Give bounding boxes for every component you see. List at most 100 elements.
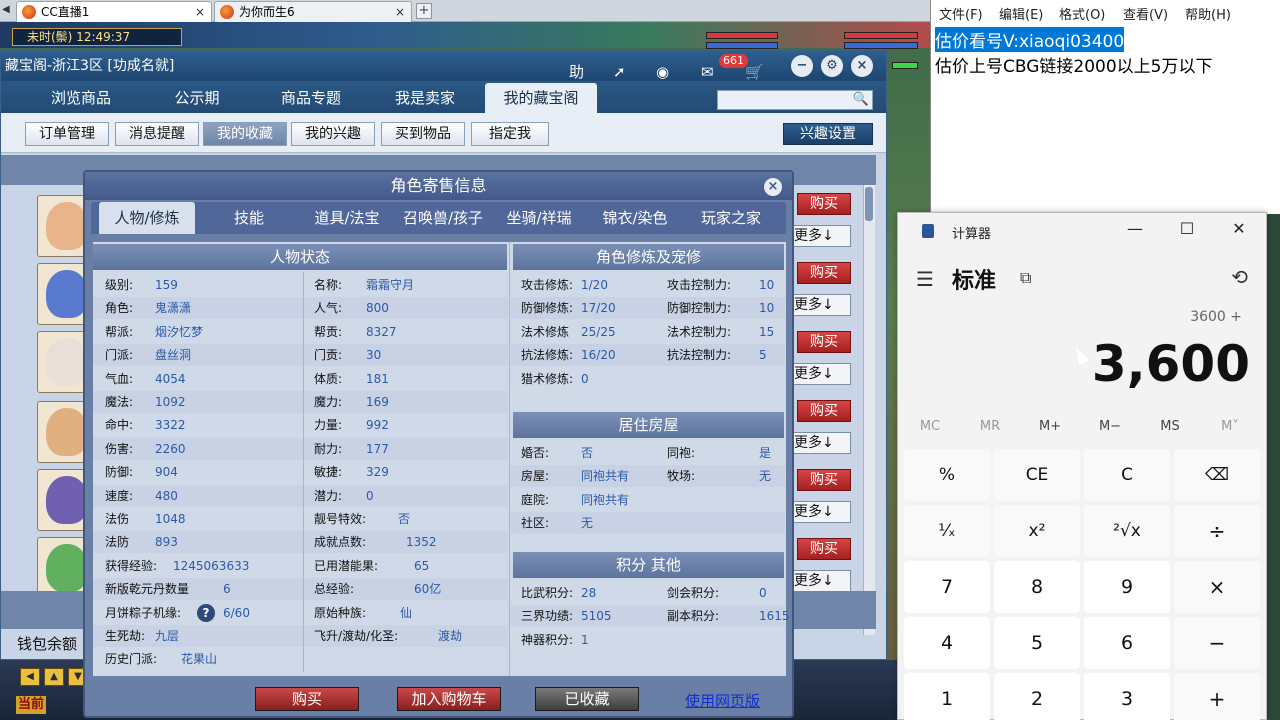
row-more-button[interactable]: 更多↓ xyxy=(791,294,851,316)
menu-format[interactable]: 格式(O) xyxy=(1059,4,1105,23)
memory-clear-button[interactable]: MC xyxy=(900,419,960,434)
square-key[interactable]: x² xyxy=(994,505,1080,557)
tab-close-icon[interactable]: × xyxy=(395,2,405,22)
close-icon[interactable]: × xyxy=(851,55,873,77)
chat-current-channel[interactable]: 当前 xyxy=(16,696,46,714)
close-icon[interactable]: ✕ xyxy=(1224,219,1254,238)
sqrt-key[interactable]: ²√x xyxy=(1084,505,1170,557)
hamburger-menu-icon[interactable]: ☰ xyxy=(916,267,934,291)
clear-entry-key[interactable]: CE xyxy=(994,449,1080,501)
notepad-text-line[interactable]: 估价上号CBG链接2000以上5万以下 xyxy=(935,52,1277,77)
digit-7-key[interactable]: 7 xyxy=(904,561,990,613)
row-more-button[interactable]: 更多↓ xyxy=(791,570,851,592)
digit-3-key[interactable]: 3 xyxy=(1084,673,1170,720)
tab-my-pavilion[interactable]: 我的藏宝阁 xyxy=(485,83,597,113)
row-more-button[interactable]: 更多↓ xyxy=(791,363,851,385)
menu-help[interactable]: 帮助(H) xyxy=(1185,4,1231,23)
row-buy-button[interactable]: 购买 xyxy=(797,400,851,422)
new-tab-button[interactable]: + xyxy=(416,3,432,19)
add-key[interactable]: + xyxy=(1174,673,1260,720)
stat-row: 潜力: 0 xyxy=(304,484,508,507)
calculator-mode: 标准 xyxy=(952,269,997,294)
stat-label: 原始种族: xyxy=(314,605,367,620)
dialog-close-icon[interactable]: × xyxy=(764,178,782,196)
arrow-left-icon[interactable]: ◀ xyxy=(20,668,40,686)
settings-gear-icon[interactable]: ⚙ xyxy=(821,55,843,77)
maximize-icon[interactable]: ☐ xyxy=(1172,219,1202,238)
minimize-icon[interactable]: — xyxy=(1120,219,1150,238)
help-question-icon[interactable]: ? xyxy=(197,603,215,622)
tab-scroll-left-icon[interactable]: ◀ xyxy=(2,4,10,15)
row-more-button[interactable]: 更多↓ xyxy=(791,501,851,523)
digit-5-key[interactable]: 5 xyxy=(994,617,1080,669)
list-scroll-thumb[interactable] xyxy=(865,187,873,221)
menu-edit[interactable]: 编辑(E) xyxy=(999,4,1043,23)
tab-outfits[interactable]: 锦衣/染色 xyxy=(587,202,683,234)
subtab-messages[interactable]: 消息提醒 xyxy=(115,122,199,146)
tab-items[interactable]: 道具/法宝 xyxy=(299,202,395,234)
favorited-button[interactable]: 已收藏 xyxy=(535,687,639,711)
keep-on-top-icon[interactable]: ⧉ xyxy=(1020,268,1031,288)
history-icon[interactable]: ⟲ xyxy=(1231,265,1248,289)
tab-pets[interactable]: 召唤兽/孩子 xyxy=(395,202,491,234)
subtab-favorites[interactable]: 我的收藏 xyxy=(203,122,287,146)
subtab-interests[interactable]: 我的兴趣 xyxy=(291,122,375,146)
info-label: 攻击控制力: xyxy=(667,278,732,292)
digit-2-key[interactable]: 2 xyxy=(994,673,1080,720)
row-more-button[interactable]: 更多↓ xyxy=(791,432,851,454)
memory-store-button[interactable]: MS xyxy=(1140,419,1200,434)
tab-publicity[interactable]: 公示期 xyxy=(131,83,263,113)
menu-view[interactable]: 查看(V) xyxy=(1123,4,1168,23)
tab-home[interactable]: 玩家之家 xyxy=(683,202,779,234)
tab-skills[interactable]: 技能 xyxy=(201,202,297,234)
row-buy-button[interactable]: 购买 xyxy=(797,538,851,560)
divide-key[interactable]: ÷ xyxy=(1174,505,1260,557)
tab-topics[interactable]: 商品专题 xyxy=(245,83,377,113)
web-version-link[interactable]: 使用网页版 xyxy=(685,690,760,711)
row-buy-button[interactable]: 购买 xyxy=(797,469,851,491)
notepad-text-line[interactable]: 估价看号V:xiaoqi03400 xyxy=(935,27,1125,52)
digit-1-key[interactable]: 1 xyxy=(904,673,990,720)
list-scrollbar[interactable] xyxy=(863,185,875,635)
tab-character[interactable]: 人物/修炼 xyxy=(99,202,195,234)
minimize-icon[interactable]: − xyxy=(791,55,813,77)
browser-tab-cc[interactable]: CC直播1 × xyxy=(16,1,212,22)
info-label: 抗法控制力: xyxy=(667,348,732,363)
buy-button[interactable]: 购买 xyxy=(255,687,359,711)
search-input[interactable]: 🔍 xyxy=(717,90,873,110)
interest-settings-button[interactable]: 兴趣设置 xyxy=(783,123,873,145)
info-label: 同袍: xyxy=(667,446,696,460)
add-to-cart-button[interactable]: 加入购物车 xyxy=(397,687,501,711)
memory-list-button[interactable]: M˅ xyxy=(1200,419,1260,434)
digit-4-key[interactable]: 4 xyxy=(904,617,990,669)
arrow-up-icon[interactable]: ▲ xyxy=(44,668,64,686)
memory-recall-button[interactable]: MR xyxy=(960,419,1020,434)
tab-close-icon[interactable]: × xyxy=(195,2,205,22)
percent-key[interactable]: % xyxy=(904,449,990,501)
status-section-title: 人物状态 xyxy=(93,244,507,270)
browser-tab-game[interactable]: 为你而生6 × xyxy=(214,1,412,22)
memory-add-button[interactable]: M+ xyxy=(1020,419,1080,434)
backspace-key[interactable]: ⌫ xyxy=(1174,449,1260,501)
row-buy-button[interactable]: 购买 xyxy=(797,331,851,353)
stat-value: 1245063633 xyxy=(173,558,250,573)
tab-seller[interactable]: 我是卖家 xyxy=(359,83,491,113)
subtab-purchased[interactable]: 买到物品 xyxy=(381,122,465,146)
reciprocal-key[interactable]: ¹⁄ₓ xyxy=(904,505,990,557)
menu-file[interactable]: 文件(F) xyxy=(939,4,983,23)
subtab-designated[interactable]: 指定我 xyxy=(471,122,549,146)
search-icon[interactable]: 🔍 xyxy=(853,92,869,107)
digit-9-key[interactable]: 9 xyxy=(1084,561,1170,613)
digit-6-key[interactable]: 6 xyxy=(1084,617,1170,669)
row-buy-button[interactable]: 购买 xyxy=(797,262,851,284)
subtract-key[interactable]: − xyxy=(1174,617,1260,669)
row-buy-button[interactable]: 购买 xyxy=(797,193,851,215)
digit-8-key[interactable]: 8 xyxy=(994,561,1080,613)
memory-subtract-button[interactable]: M− xyxy=(1080,419,1140,434)
row-more-button[interactable]: 更多↓ xyxy=(791,225,851,247)
subtab-orders[interactable]: 订单管理 xyxy=(25,122,109,146)
tab-browse[interactable]: 浏览商品 xyxy=(15,83,147,113)
tab-mounts[interactable]: 坐骑/祥瑞 xyxy=(491,202,587,234)
multiply-key[interactable]: × xyxy=(1174,561,1260,613)
clear-key[interactable]: C xyxy=(1084,449,1170,501)
